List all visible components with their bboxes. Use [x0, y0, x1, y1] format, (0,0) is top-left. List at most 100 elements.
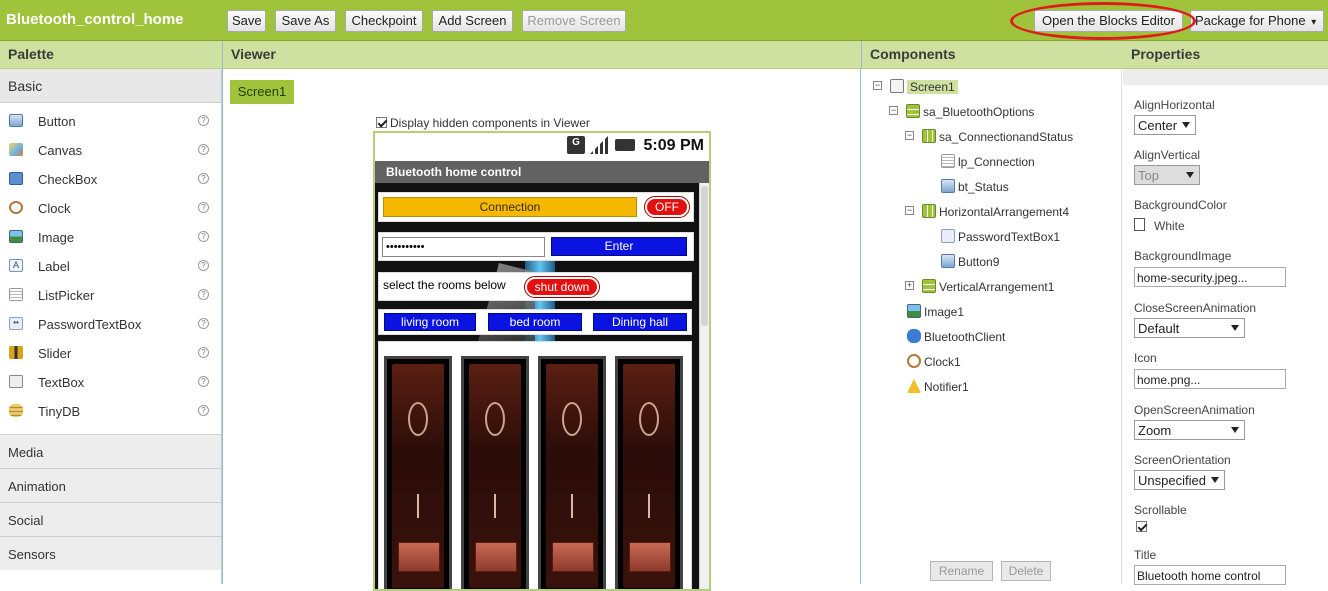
component-tree-item[interactable]: Clock1 [862, 352, 1112, 372]
component-tree-item[interactable]: − Screen1 [862, 77, 1112, 97]
palette-item-button[interactable]: Button? [0, 108, 221, 137]
image-icon [907, 304, 921, 318]
component-tree-item[interactable]: lp_Connection [862, 152, 1112, 172]
backgroundcolor-swatch[interactable] [1134, 218, 1145, 231]
collapse-icon[interactable]: − [873, 81, 882, 90]
closescreenanimation-select[interactable]: Default [1134, 318, 1245, 338]
palette-item-slider[interactable]: Slider? [0, 340, 221, 369]
component-tree-item[interactable]: bt_Status [862, 177, 1112, 197]
password-icon [941, 229, 955, 243]
palette-item-image[interactable]: Image? [0, 224, 221, 253]
status-off-button[interactable]: OFF [644, 196, 690, 218]
save-button[interactable]: Save [227, 10, 266, 32]
palette-category-sensors[interactable]: Sensors [0, 536, 221, 570]
display-hidden-option[interactable]: Display hidden components in Viewer [376, 116, 590, 130]
collapse-icon[interactable]: − [905, 131, 914, 140]
slider-knob[interactable] [475, 542, 517, 572]
component-tree-item[interactable]: − sa_BluetoothOptions [862, 102, 1112, 122]
room-slider-1[interactable] [384, 356, 452, 589]
help-icon[interactable]: ? [198, 347, 209, 358]
help-icon[interactable]: ? [198, 173, 209, 184]
package-for-phone-button[interactable]: Package for Phone ▾ [1190, 10, 1324, 32]
help-icon[interactable]: ? [198, 376, 209, 387]
component-tree-item[interactable]: Image1 [862, 302, 1112, 322]
scrollable-checkbox[interactable] [1136, 521, 1147, 532]
collapse-icon[interactable]: − [905, 206, 914, 215]
palette-item-textbox[interactable]: TextBox? [0, 369, 221, 398]
connection-button[interactable]: Connection [383, 197, 637, 217]
help-icon[interactable]: ? [198, 260, 209, 271]
rooms-label: select the rooms below [383, 278, 506, 292]
backgroundimage-field[interactable]: home-security.jpeg... [1134, 267, 1286, 287]
display-hidden-checkbox[interactable] [376, 117, 387, 128]
help-icon[interactable]: ? [198, 231, 209, 242]
palette-category-media[interactable]: Media [0, 434, 221, 468]
button-icon [941, 179, 955, 193]
help-icon[interactable]: ? [198, 115, 209, 126]
palette-item-passwordtextbox[interactable]: •• PasswordTextBox? [0, 311, 221, 340]
display-hidden-label: Display hidden components in Viewer [390, 116, 590, 130]
openscreenanimation-select[interactable]: Zoom [1134, 420, 1245, 440]
phone-status-bar: G 5:09 PM [375, 133, 709, 161]
expand-icon[interactable]: + [905, 281, 914, 290]
palette-category-animation[interactable]: Animation [0, 468, 221, 502]
component-tree-item[interactable]: BluetoothClient [862, 327, 1112, 347]
slider-knob[interactable] [552, 542, 594, 572]
components-header: Components [862, 41, 1123, 69]
shut-down-button[interactable]: shut down [524, 276, 600, 298]
alignhorizontal-select[interactable]: Center [1134, 115, 1196, 135]
rooms-label-row: select the rooms below shut down [378, 272, 692, 301]
alignvertical-select[interactable]: Top [1134, 165, 1200, 185]
delete-button[interactable]: Delete [1001, 561, 1051, 581]
help-icon[interactable]: ? [198, 144, 209, 155]
phone-clock: 5:09 PM [643, 137, 704, 154]
phone-scrollbar[interactable] [699, 183, 709, 589]
help-icon[interactable]: ? [198, 405, 209, 416]
prop-label-title: Title [1134, 548, 1157, 562]
component-tree-item[interactable]: + VerticalArrangement1 [862, 277, 1112, 297]
enter-button[interactable]: Enter [551, 237, 687, 256]
room-slider-2[interactable] [461, 356, 529, 589]
bed-room-button[interactable]: bed room [488, 313, 582, 331]
alignhorizontal-value: Center [1138, 118, 1178, 133]
dining-hall-button[interactable]: Dining hall [593, 313, 687, 331]
viewer-panel: Screen1 Display hidden components in Vie… [222, 69, 861, 591]
checkpoint-button[interactable]: Checkpoint [345, 10, 423, 32]
screenorientation-select[interactable]: Unspecified [1134, 470, 1225, 490]
help-icon[interactable]: ? [198, 289, 209, 300]
add-screen-button[interactable]: Add Screen [432, 10, 513, 32]
save-as-button[interactable]: Save As [275, 10, 336, 32]
living-room-button[interactable]: living room [384, 313, 476, 331]
room-slider-4[interactable] [615, 356, 683, 589]
help-icon[interactable]: ? [198, 202, 209, 213]
component-tree-label: HorizontalArrangement4 [939, 205, 1070, 219]
icon-field[interactable]: home.png... [1134, 369, 1286, 389]
room-slider-3[interactable] [538, 356, 606, 589]
component-tree-item[interactable]: Button9 [862, 252, 1112, 272]
remove-screen-button[interactable]: Remove Screen [522, 10, 626, 32]
slider-ring-icon [485, 402, 505, 436]
component-tree-item[interactable]: PasswordTextBox1 [862, 227, 1112, 247]
component-tree-item[interactable]: − HorizontalArrangement4 [862, 202, 1112, 222]
title-field[interactable]: Bluetooth home control [1134, 565, 1286, 585]
component-tree-item[interactable]: − sa_ConnectionandStatus [862, 127, 1112, 147]
palette-item-label[interactable]: A Label? [0, 253, 221, 282]
palette-item-listpicker[interactable]: ListPicker? [0, 282, 221, 311]
help-icon[interactable]: ? [198, 318, 209, 329]
palette-section-basic[interactable]: Basic [0, 69, 221, 103]
components-panel: − Screen1 − sa_BluetoothOptions − sa_Connecti… [862, 69, 1122, 584]
slider-knob[interactable] [629, 542, 671, 572]
slider-knob[interactable] [398, 542, 440, 572]
palette-item-tinydb[interactable]: TinyDB? [0, 398, 221, 427]
palette-category-social[interactable]: Social [0, 502, 221, 536]
rename-button[interactable]: Rename [930, 561, 993, 581]
backgroundcolor-value[interactable]: White [1154, 219, 1185, 233]
phone-scroll-thumb[interactable] [701, 186, 708, 326]
palette-item-canvas[interactable]: Canvas? [0, 137, 221, 166]
password-field[interactable]: •••••••••• [382, 237, 545, 257]
collapse-icon[interactable]: − [889, 106, 898, 115]
component-tree-item[interactable]: Notifier1 [862, 377, 1112, 397]
screen-tab[interactable]: Screen1 [230, 80, 294, 104]
palette-item-checkbox[interactable]: CheckBox? [0, 166, 221, 195]
palette-item-clock[interactable]: Clock? [0, 195, 221, 224]
